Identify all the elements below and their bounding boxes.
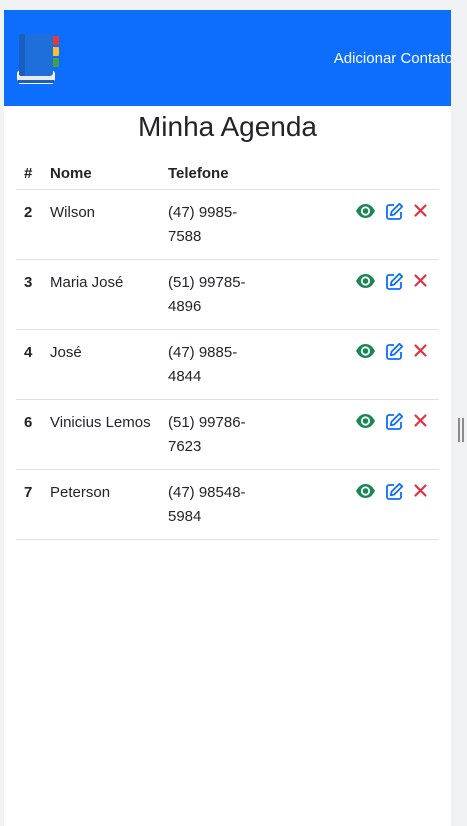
- add-contact-link[interactable]: Adicionar Contato: [334, 50, 451, 67]
- edit-icon: [386, 412, 404, 430]
- contact-name: Wilson: [50, 189, 168, 260]
- close-icon: [414, 274, 427, 287]
- eye-icon: [356, 204, 375, 218]
- contact-name: Maria José: [50, 259, 168, 330]
- contact-actions: [271, 189, 439, 260]
- contact-phone: (51) 99785-4896: [168, 259, 271, 330]
- edit-icon: [386, 272, 404, 290]
- close-icon: [414, 344, 427, 357]
- contact-id: 4: [16, 329, 50, 400]
- contact-id: 6: [16, 399, 50, 470]
- resize-handle[interactable]: [458, 418, 464, 442]
- view-contact-button[interactable]: [355, 342, 376, 360]
- edit-contact-button[interactable]: [385, 342, 404, 361]
- view-contact-button[interactable]: [355, 272, 376, 290]
- header-phone: Telefone: [168, 158, 271, 190]
- eye-icon: [356, 484, 375, 498]
- view-contact-button[interactable]: [355, 412, 376, 430]
- delete-contact-button[interactable]: [413, 202, 428, 219]
- edit-contact-button[interactable]: [385, 482, 404, 501]
- contact-phone: (47) 98548-5984: [168, 469, 271, 540]
- contact-name: José: [50, 329, 168, 400]
- contact-actions: [271, 259, 439, 330]
- contact-id: 7: [16, 469, 50, 540]
- table-header-row: # Nome Telefone: [16, 158, 439, 190]
- close-icon: [414, 204, 427, 217]
- eye-icon: [356, 274, 375, 288]
- eye-icon: [356, 344, 375, 358]
- edit-contact-button[interactable]: [385, 202, 404, 221]
- contact-phone: (47) 9985-7588: [168, 189, 271, 260]
- address-book-icon: [17, 34, 59, 84]
- table-row: 7 Peterson (47) 98548-5984: [16, 469, 439, 540]
- page-container: Adicionar Contato Minha Agenda # Nome Te…: [4, 10, 451, 826]
- contact-actions: [271, 399, 439, 470]
- edit-contact-button[interactable]: [385, 272, 404, 291]
- delete-contact-button[interactable]: [413, 482, 428, 499]
- close-icon: [414, 484, 427, 497]
- edit-icon: [386, 342, 404, 360]
- contacts-table: # Nome Telefone 2 Wilson (47) 9985-7588 3 Ma…: [16, 158, 439, 540]
- contact-id: 2: [16, 189, 50, 260]
- table-row: 6 Vinicius Lemos (51) 99786-7623: [16, 399, 439, 470]
- view-contact-button[interactable]: [355, 482, 376, 500]
- edit-icon: [386, 482, 404, 500]
- header-id: #: [16, 158, 50, 190]
- navbar: Adicionar Contato: [4, 10, 451, 106]
- contact-actions: [271, 469, 439, 540]
- contact-name: Vinicius Lemos: [50, 399, 168, 470]
- view-contact-button[interactable]: [355, 202, 376, 220]
- contact-phone: (51) 99786-7623: [168, 399, 271, 470]
- edit-icon: [386, 202, 404, 220]
- table-row: 2 Wilson (47) 9985-7588: [16, 189, 439, 260]
- contact-phone: (47) 9885-4844: [168, 329, 271, 400]
- close-icon: [414, 414, 427, 427]
- table-row: 4 José (47) 9885-4844: [16, 329, 439, 400]
- eye-icon: [356, 414, 375, 428]
- delete-contact-button[interactable]: [413, 342, 428, 359]
- page-title: Minha Agenda: [137, 111, 318, 142]
- contact-name: Peterson: [50, 469, 168, 540]
- header-actions: [271, 158, 439, 190]
- contact-id: 3: [16, 259, 50, 330]
- table-row: 3 Maria José (51) 99785-4896: [16, 259, 439, 330]
- browser-top-strip: [0, 0, 467, 10]
- contact-actions: [271, 329, 439, 400]
- delete-contact-button[interactable]: [413, 412, 428, 429]
- delete-contact-button[interactable]: [413, 272, 428, 289]
- header-name: Nome: [50, 158, 168, 190]
- edit-contact-button[interactable]: [385, 412, 404, 431]
